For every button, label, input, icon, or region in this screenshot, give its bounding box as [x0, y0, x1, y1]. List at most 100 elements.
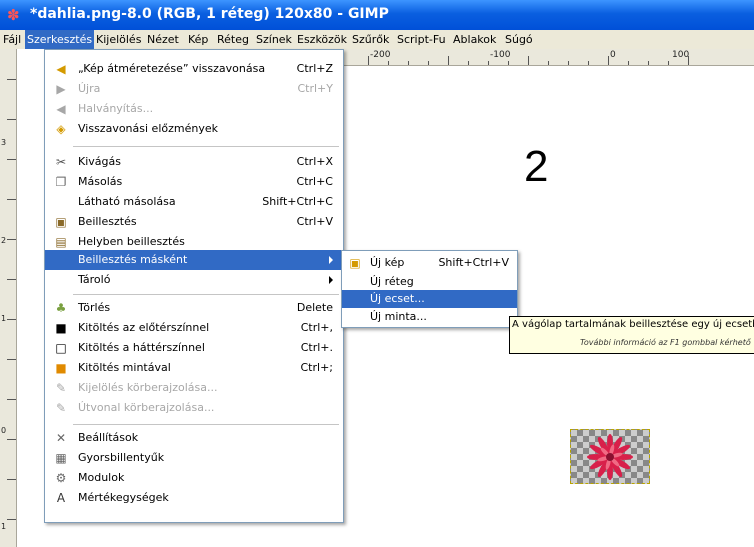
ruler-tick: [668, 61, 669, 65]
fill-bg-icon: □: [55, 341, 67, 355]
submenu-item-new-pattern[interactable]: Új minta...: [342, 307, 517, 327]
submenu-item-new-brush[interactable]: Új ecset...: [342, 290, 517, 308]
menu-item-clear[interactable]: ♣ Törlés Delete: [45, 298, 343, 318]
submenu-item-new-image[interactable]: ▣ Új kép Shift+Ctrl+V: [342, 253, 517, 273]
menu-item-paste-in-place[interactable]: ▤ Helyben beillesztés: [45, 232, 343, 252]
ruler-tick: [7, 439, 16, 440]
menu-separator: [73, 146, 339, 147]
menu-item-undo[interactable]: ◀ „Kép átméretezése” visszavonása Ctrl+Z: [45, 59, 343, 79]
clear-icon: ♣: [55, 301, 67, 315]
menu-layer[interactable]: Réteg: [217, 33, 249, 46]
menu-item-copy[interactable]: ❐ Másolás Ctrl+C: [45, 172, 343, 192]
new-image-icon: ▣: [349, 256, 361, 270]
edit-menu-dropdown: ◀ „Kép átméretezése” visszavonása Ctrl+Z…: [44, 49, 344, 523]
ruler-label: 0: [1, 426, 7, 435]
ruler-label: -100: [490, 50, 511, 60]
paste-in-place-icon: ▤: [55, 235, 67, 249]
menu-script-fu[interactable]: Script-Fu: [397, 33, 446, 46]
dahlia-flower-icon: [587, 434, 633, 480]
menu-item-stroke-selection[interactable]: ✎ Kijelölés körberajzolása...: [45, 378, 343, 398]
fill-pattern-icon: ■: [55, 361, 67, 375]
menu-filters[interactable]: Szűrők: [352, 33, 389, 46]
ruler-tick: [7, 159, 16, 160]
submenu-arrow-icon: [329, 276, 333, 284]
units-icon: A: [56, 491, 66, 505]
ruler-label: -200: [370, 50, 391, 60]
ruler-tick: [548, 61, 549, 65]
ruler-tick: [608, 56, 609, 65]
vertical-ruler[interactable]: 3 2 1 0 1: [0, 49, 17, 547]
undo-icon: ◀: [56, 62, 66, 76]
menu-item-modules[interactable]: ⚙ Modulok: [45, 468, 343, 488]
ruler-tick: [7, 399, 16, 400]
ruler-tick: [388, 61, 389, 65]
menu-item-copy-visible[interactable]: Látható másolása Shift+Ctrl+C: [45, 192, 343, 212]
ruler-label: 1: [1, 522, 7, 531]
stroke-selection-icon: ✎: [55, 381, 67, 395]
menu-view[interactable]: Nézet: [147, 33, 179, 46]
image-layer-thumbnail[interactable]: [570, 429, 650, 484]
step-annotation: 2: [524, 142, 549, 191]
menu-item-preferences[interactable]: ✕ Beállítások: [45, 428, 343, 448]
ruler-label: 100: [672, 50, 690, 60]
menu-file[interactable]: Fájl: [3, 33, 21, 46]
tooltip: A vágólap tartalmának beillesztése egy ú…: [509, 316, 754, 354]
menu-item-undo-history[interactable]: ◈ Visszavonási előzmények: [45, 119, 343, 139]
menu-tools[interactable]: Eszközök: [297, 33, 347, 46]
ruler-tick: [588, 61, 589, 65]
ruler-tick: [7, 119, 16, 120]
ruler-tick: [7, 519, 16, 520]
menu-select[interactable]: Kijelölés: [96, 33, 141, 46]
ruler-tick: [7, 79, 16, 80]
menu-item-stroke-path[interactable]: ✎ Útvonal körberajzolása...: [45, 398, 343, 418]
ruler-tick: [508, 61, 509, 65]
horizontal-ruler[interactable]: -200 -100 0 100: [340, 49, 754, 66]
menu-help[interactable]: Súgó: [505, 33, 533, 46]
redo-icon: ▶: [56, 82, 66, 96]
fill-fg-icon: ■: [55, 321, 67, 335]
keyboard-icon: ▦: [55, 451, 67, 465]
undo-history-icon: ◈: [56, 122, 66, 136]
menu-item-fade[interactable]: ◀ Halványítás...: [45, 99, 343, 119]
ruler-label: 0: [610, 50, 616, 60]
paste-icon: ▣: [55, 215, 67, 229]
paste-as-submenu: ▣ Új kép Shift+Ctrl+V Új réteg Új ecset.…: [341, 250, 518, 328]
ruler-label: 3: [1, 138, 7, 147]
title-bar: ✽ *dahlia.png-8.0 (RGB, 1 réteg) 120x80 …: [0, 0, 754, 30]
menu-item-keyboard-shortcuts[interactable]: ▦ Gyorsbillentyűk: [45, 448, 343, 468]
menu-item-paste[interactable]: ▣ Beillesztés Ctrl+V: [45, 212, 343, 232]
submenu-arrow-icon: [329, 256, 333, 264]
menu-item-units[interactable]: A Mértékegységek: [45, 488, 343, 508]
ruler-tick: [408, 61, 409, 65]
ruler-tick: [628, 61, 629, 65]
ruler-tick: [528, 56, 529, 65]
menu-item-fill-pattern[interactable]: ■ Kitöltés mintával Ctrl+;: [45, 358, 343, 378]
modules-icon: ⚙: [55, 471, 67, 485]
menu-windows[interactable]: Ablakok: [453, 33, 496, 46]
menu-separator: [73, 424, 339, 425]
ruler-tick: [648, 61, 649, 65]
stroke-path-icon: ✎: [55, 401, 67, 415]
preferences-icon: ✕: [55, 431, 67, 445]
menu-colors[interactable]: Színek: [256, 33, 292, 46]
menu-bar: Fájl Szerkesztés Kijelölés Nézet Kép Rét…: [0, 30, 754, 50]
menu-item-fill-bg[interactable]: □ Kitöltés a háttérszínnel Ctrl+.: [45, 338, 343, 358]
menu-item-cut[interactable]: ✂ Kivágás Ctrl+X: [45, 152, 343, 172]
ruler-tick: [568, 61, 569, 65]
gimp-icon: ✽: [7, 6, 20, 24]
ruler-tick: [7, 199, 16, 200]
ruler-tick: [368, 56, 369, 65]
submenu-item-new-layer[interactable]: Új réteg: [342, 272, 517, 292]
ruler-tick: [7, 479, 16, 480]
ruler-tick: [428, 61, 429, 65]
menu-item-redo[interactable]: ▶ Újra Ctrl+Y: [45, 79, 343, 99]
menu-item-fill-fg[interactable]: ■ Kitöltés az előtérszínnel Ctrl+,: [45, 318, 343, 338]
menu-edit[interactable]: Szerkesztés: [25, 30, 95, 49]
ruler-tick: [7, 359, 16, 360]
menu-image[interactable]: Kép: [188, 33, 208, 46]
menu-item-paste-as[interactable]: Beillesztés másként: [45, 250, 343, 270]
ruler-label: 2: [1, 236, 7, 245]
menu-separator: [73, 294, 339, 295]
ruler-tick: [7, 279, 16, 280]
menu-item-buffer[interactable]: Tároló: [45, 270, 343, 290]
